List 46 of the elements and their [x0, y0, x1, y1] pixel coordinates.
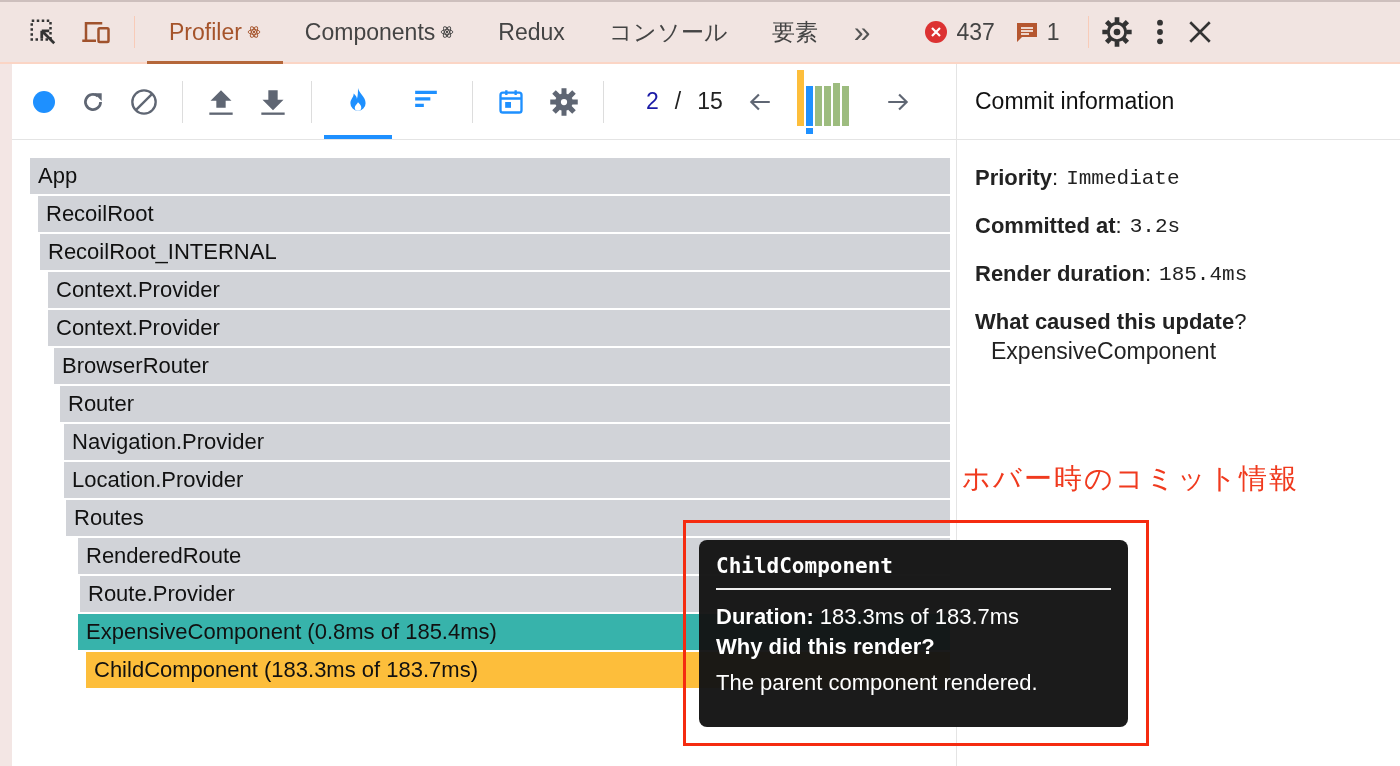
- record-icon[interactable]: [32, 89, 56, 114]
- field-value: Immediate: [1066, 166, 1180, 190]
- field-colon: :: [1052, 165, 1059, 191]
- panel-tab[interactable]: Components: [282, 3, 477, 64]
- clear-icon[interactable]: [130, 87, 158, 116]
- flame-bar[interactable]: Location.Provider: [64, 462, 950, 498]
- panel-tab[interactable]: Profiler: [147, 3, 283, 64]
- settings-icon[interactable]: [1100, 16, 1133, 48]
- download-icon[interactable]: [259, 87, 287, 116]
- more-options-icon[interactable]: [1154, 18, 1165, 46]
- select-element-icon[interactable]: [28, 17, 58, 47]
- field-label: Render duration: [975, 261, 1145, 287]
- flame-bar[interactable]: Context.Provider: [48, 272, 950, 308]
- flame-bar[interactable]: Navigation.Provider: [64, 424, 950, 460]
- flame-bar[interactable]: App: [30, 158, 950, 194]
- settings-icon[interactable]: [549, 86, 579, 117]
- field-label: What caused this update: [975, 309, 1235, 335]
- panel-title: Commit information: [957, 64, 1400, 140]
- field-colon: :: [1115, 213, 1122, 239]
- field-value: 185.4ms: [1159, 262, 1248, 286]
- commit-index: 2: [646, 88, 659, 115]
- flame-bar[interactable]: Routes: [66, 500, 950, 536]
- error-icon: [924, 20, 949, 44]
- message-count[interactable]: 1: [1046, 18, 1060, 46]
- field-label: Priority: [975, 165, 1053, 191]
- question-mark: ?: [1234, 309, 1247, 335]
- flame-bar[interactable]: RecoilRoot_INTERNAL: [40, 234, 950, 270]
- panel-tab[interactable]: Redux: [476, 3, 587, 64]
- field-colon: :: [1144, 261, 1152, 287]
- flame-bar[interactable]: Context.Provider: [48, 310, 950, 346]
- flame-bar[interactable]: BrowserRouter: [54, 348, 950, 384]
- flame-bar[interactable]: RecoilRoot: [38, 196, 950, 232]
- calendar-icon[interactable]: [497, 87, 525, 116]
- error-count[interactable]: 437: [956, 18, 995, 46]
- tooltip-title: ChildComponent: [716, 554, 1111, 590]
- commit-separator: /: [674, 88, 682, 115]
- commit-total: 15: [697, 88, 723, 115]
- flame-bar[interactable]: Router: [60, 386, 950, 422]
- field-label: Committed at: [975, 213, 1116, 239]
- more-tabs-button[interactable]: »: [839, 15, 885, 49]
- field-value: 3.2s: [1129, 214, 1181, 238]
- cause-component[interactable]: ExpensiveComponent: [975, 338, 1382, 365]
- annotation-label: ホバー時のコミット情報: [962, 461, 1299, 497]
- panel-tab[interactable]: 要素: [749, 3, 840, 64]
- message-icon: [1014, 20, 1039, 44]
- panel-tab[interactable]: コンソール: [586, 3, 750, 64]
